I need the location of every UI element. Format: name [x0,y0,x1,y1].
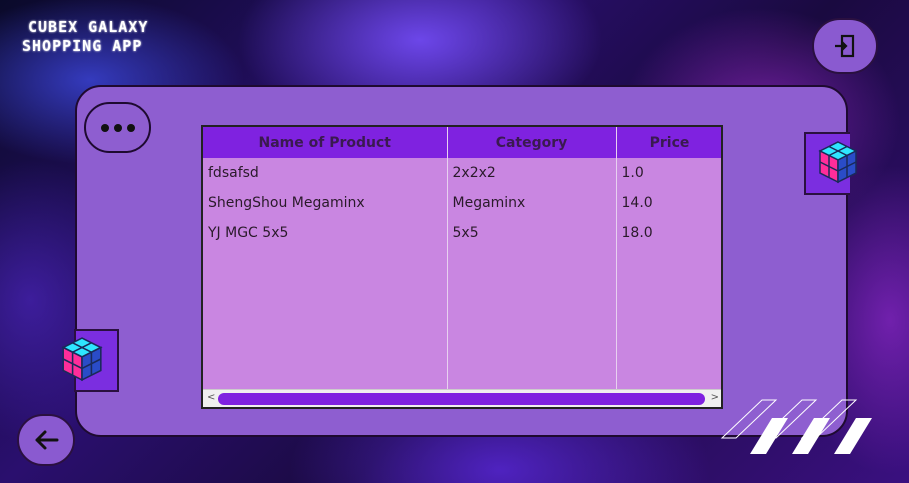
scrollbar-thumb[interactable] [218,393,705,405]
menu-button[interactable] [84,102,151,153]
cell-category: Megaminx [447,188,617,218]
table-row[interactable]: YJ MGC 5x5 5x5 18.0 [203,218,721,248]
app-title: Cubex Galaxy Shopping App [22,18,148,56]
scroll-right-arrow[interactable]: > [711,392,719,403]
rubiks-cube-icon [818,141,858,184]
products-table[interactable]: Name of Product Category Price fdsafsd 2… [201,125,723,409]
column-header-category[interactable]: Category [447,127,617,158]
more-horizontal-icon [100,123,109,132]
back-button[interactable] [17,414,75,466]
arrow-left-icon [35,430,59,450]
rubiks-cube-icon [61,337,103,382]
app-title-line2: Shopping App [22,37,143,55]
horizontal-scrollbar[interactable]: < > [203,389,721,407]
table-header-row: Name of Product Category Price [203,127,721,158]
cell-price: 1.0 [616,158,721,188]
column-divider [447,158,448,389]
cell-price: 18.0 [616,218,721,248]
scroll-left-arrow[interactable]: < [207,392,215,403]
cell-name: YJ MGC 5x5 [203,218,448,248]
cell-category: 2x2x2 [447,158,617,188]
table-row[interactable]: ShengShou Megaminx Megaminx 14.0 [203,188,721,218]
app-title-line1: Cubex Galaxy [28,18,149,36]
cell-name: ShengShou Megaminx [203,188,448,218]
cell-category: 5x5 [447,218,617,248]
column-divider [616,158,617,389]
column-header-price[interactable]: Price [616,127,721,158]
cell-price: 14.0 [616,188,721,218]
decorative-stripes [720,399,872,454]
exit-button[interactable] [812,18,878,74]
column-header-name[interactable]: Name of Product [203,127,448,158]
cell-name: fdsafsd [203,158,448,188]
table-row[interactable]: fdsafsd 2x2x2 1.0 [203,158,721,188]
logout-icon [835,34,855,58]
